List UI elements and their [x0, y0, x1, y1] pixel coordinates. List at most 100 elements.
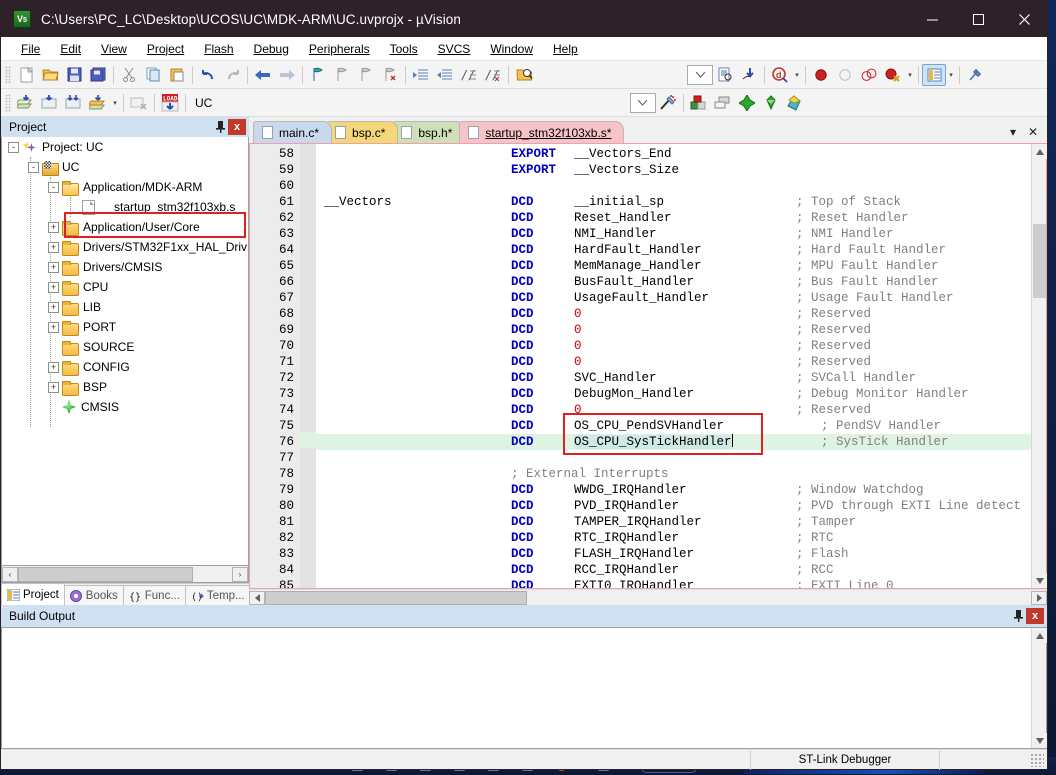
menu-flash[interactable]: Flash: [194, 39, 243, 59]
code-line[interactable]: DCD HardFault_Handler ; Hard Fault Handler: [316, 242, 1031, 258]
expander-icon[interactable]: -: [48, 181, 59, 193]
code-editor-inner[interactable]: 58 59 60 61 62 63 64 65 66 67 68 69 70 71 72 73 74 75 76 77…: [250, 144, 1031, 588]
hscroll-track[interactable]: [18, 566, 232, 582]
line-marker[interactable]: [300, 544, 316, 560]
close-tab-icon[interactable]: ✕: [1023, 122, 1043, 142]
tree-node-application-user-core[interactable]: + Application/User/Core: [2, 217, 248, 237]
expander-icon[interactable]: +: [48, 381, 59, 393]
kill-all-breakpoints-icon[interactable]: [881, 64, 905, 86]
expander-icon[interactable]: +: [48, 261, 59, 273]
menu-tools[interactable]: Tools: [380, 39, 428, 59]
line-marker[interactable]: [300, 304, 316, 320]
scroll-right-button[interactable]: ›: [232, 566, 248, 582]
expander-icon[interactable]: +: [48, 301, 59, 313]
configuration-wizard-icon[interactable]: [963, 64, 987, 86]
line-marker[interactable]: [300, 576, 316, 588]
editor-tab-main-c[interactable]: main.c*: [253, 121, 333, 143]
scroll-left-button[interactable]: ‹: [2, 566, 18, 582]
line-marker[interactable]: [300, 528, 316, 544]
redo-icon[interactable]: [220, 64, 244, 86]
paste-icon[interactable]: [165, 64, 189, 86]
line-marker[interactable]: [300, 192, 316, 208]
code-hscrollbar[interactable]: [249, 589, 1047, 605]
manage-windows-dropdown-icon[interactable]: ▾: [946, 71, 956, 79]
line-marker[interactable]: [300, 432, 316, 448]
indent-right-icon[interactable]: [409, 64, 433, 86]
tab-project[interactable]: Project: [1, 583, 65, 605]
target-options-icon[interactable]: [656, 92, 680, 114]
line-marker[interactable]: [300, 496, 316, 512]
pack-installer-icon[interactable]: [759, 92, 783, 114]
code-hscroll-thumb[interactable]: [265, 590, 527, 605]
tree-node-cpu[interactable]: + CPU: [2, 277, 248, 297]
manage-project-items-icon[interactable]: [687, 92, 711, 114]
close-project-pane-button[interactable]: x: [228, 119, 246, 135]
code-line[interactable]: DCD 0 ; Reserved: [316, 338, 1031, 354]
line-marker[interactable]: [300, 176, 316, 192]
expander-icon[interactable]: -: [8, 141, 19, 153]
translate-icon[interactable]: [14, 92, 38, 114]
code-line[interactable]: DCD 0 ; Reserved: [316, 322, 1031, 338]
project-tree[interactable]: - Project: UC - UC - Application/MDK-ARM…: [1, 137, 249, 566]
tree-node-startup-file[interactable]: startup_stm32f103xb.s: [2, 197, 248, 217]
code-line[interactable]: DCD MemManage_Handler ; MPU Fault Handler: [316, 258, 1031, 274]
line-marker[interactable]: [300, 288, 316, 304]
expander-icon[interactable]: +: [48, 281, 59, 293]
code-line[interactable]: DCD DebugMon_Handler ; Debug Monitor Handl…: [316, 386, 1031, 402]
tree-node-lib[interactable]: + LIB: [2, 297, 248, 317]
code-line[interactable]: DCD TAMPER_IRQHandler ; Tamper: [316, 514, 1031, 530]
title-bar[interactable]: V5 C:\Users\PC_LC\Desktop\UCOS\UC\MDK-AR…: [1, 1, 1047, 37]
line-marker[interactable]: [300, 144, 316, 160]
back-icon[interactable]: [251, 64, 275, 86]
tab-templates[interactable]: () Temp...: [184, 585, 251, 605]
project-tree-hscrollbar[interactable]: ‹ ›: [1, 566, 249, 583]
copy-icon[interactable]: [141, 64, 165, 86]
forward-icon[interactable]: [275, 64, 299, 86]
menu-help[interactable]: Help: [543, 39, 588, 59]
line-marker[interactable]: [300, 208, 316, 224]
tree-node-drivers-hal[interactable]: + Drivers/STM32F1xx_HAL_Driv: [2, 237, 248, 257]
menu-file[interactable]: File: [11, 39, 50, 59]
line-marker[interactable]: [300, 384, 316, 400]
editor-tab-bsp-h[interactable]: bsp.h*: [392, 121, 466, 143]
code-line[interactable]: DCD UsageFault_Handler ; Usage Fault Handl…: [316, 290, 1031, 306]
tab-functions[interactable]: {} Func...: [122, 585, 186, 605]
tree-node-project[interactable]: - Project: UC: [2, 137, 248, 157]
line-marker[interactable]: [300, 512, 316, 528]
debug-search-icon[interactable]: d: [768, 64, 792, 86]
minimize-button[interactable]: [909, 1, 955, 37]
build-output-body[interactable]: [1, 627, 1047, 749]
resize-grip-icon[interactable]: [1030, 752, 1044, 767]
uncomment-icon[interactable]: //: [481, 64, 505, 86]
line-marker[interactable]: [300, 448, 316, 464]
new-file-icon[interactable]: [14, 64, 38, 86]
line-marker[interactable]: [300, 224, 316, 240]
code-line[interactable]: DCD 0 ; Reserved: [316, 402, 1031, 418]
line-marker[interactable]: [300, 240, 316, 256]
build-output-vscrollbar[interactable]: [1031, 628, 1047, 748]
line-marker[interactable]: [300, 416, 316, 432]
save-all-icon[interactable]: [86, 64, 110, 86]
tree-node-cmsis[interactable]: CMSIS: [2, 397, 248, 417]
line-marker[interactable]: [300, 256, 316, 272]
code-line[interactable]: DCD 0 ; Reserved: [316, 306, 1031, 322]
undo-icon[interactable]: [196, 64, 220, 86]
scroll-down-button[interactable]: [1032, 573, 1047, 588]
code-line[interactable]: [316, 178, 1031, 194]
line-marker[interactable]: [300, 320, 316, 336]
build-scroll-down-button[interactable]: [1032, 733, 1047, 748]
indent-left-icon[interactable]: [433, 64, 457, 86]
toolbar-grip[interactable]: [5, 65, 11, 84]
code-line[interactable]: DCD OS_CPU_SysTickHandler ; SysTick Handle…: [316, 434, 1031, 450]
menu-peripherals[interactable]: Peripherals: [299, 39, 380, 59]
target-combo-dropdown[interactable]: [629, 92, 656, 113]
open-file-icon[interactable]: [38, 64, 62, 86]
tree-node-port[interactable]: + PORT: [2, 317, 248, 337]
editor-tab-bsp-c[interactable]: bsp.c*: [326, 121, 399, 143]
find-combo-box[interactable]: [687, 64, 713, 85]
line-marker[interactable]: [300, 352, 316, 368]
build-icon[interactable]: [38, 92, 62, 114]
expander-icon[interactable]: +: [48, 361, 59, 373]
maximize-button[interactable]: [955, 1, 1001, 37]
code-line[interactable]: EXPORT __Vectors_Size: [316, 162, 1031, 178]
